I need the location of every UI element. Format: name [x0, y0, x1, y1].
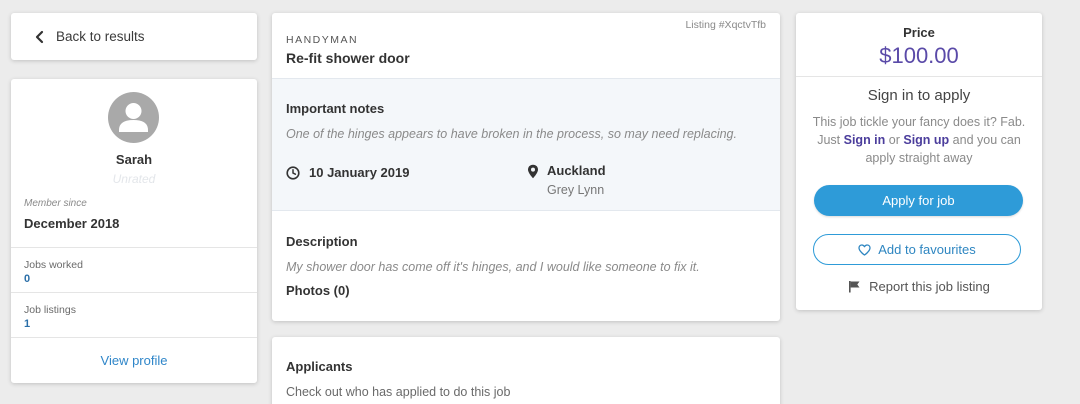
back-to-results-label: Back to results: [56, 29, 145, 44]
user-avatar-icon: [108, 92, 159, 143]
clock-icon: [286, 165, 300, 180]
important-notes-section: Important notes One of the hinges appear…: [272, 78, 780, 211]
chevron-left-icon: [35, 30, 44, 43]
important-notes-heading: Important notes: [286, 101, 385, 116]
price-divider: [796, 76, 1042, 77]
description-text: My shower door has come off it's hinges,…: [286, 260, 700, 274]
price-value: $100.00: [879, 43, 959, 68]
sign-in-text: This job tickle your fancy does it? Fab.…: [810, 113, 1028, 167]
location-suburb: Grey Lynn: [547, 183, 605, 197]
applicants-subtext: Check out who has applied to do this job: [286, 385, 511, 399]
job-details-card: Listing #XqctvTfb HANDYMAN Re-fit shower…: [272, 13, 780, 321]
poster-name: Sarah: [115, 152, 153, 167]
sign-in-text-part-2: or: [885, 133, 904, 147]
member-since-value: December 2018: [24, 216, 120, 231]
job-title: Re-fit shower door: [286, 50, 410, 66]
sign-in-title: Sign in to apply: [867, 87, 971, 104]
job-date: 10 January 2019: [286, 165, 409, 180]
poster-profile-card: Sarah Unrated Member since December 2018…: [11, 79, 257, 383]
price-card: Price $100.00 Sign in to apply This job …: [796, 13, 1042, 310]
apply-for-job-label: Apply for job: [882, 193, 955, 208]
sign-in-link[interactable]: Sign in: [844, 133, 886, 147]
job-header: Listing #XqctvTfb HANDYMAN Re-fit shower…: [272, 13, 780, 78]
applicants-heading: Applicants: [286, 359, 353, 374]
add-to-favourites-button[interactable]: Add to favourites: [813, 234, 1021, 265]
flag-icon: [849, 281, 860, 293]
job-date-text: 10 January 2019: [309, 165, 410, 180]
apply-for-job-button[interactable]: Apply for job: [814, 185, 1023, 216]
add-to-favourites-label: Add to favourites: [878, 242, 976, 257]
report-listing-link[interactable]: Report this job listing: [796, 279, 1042, 294]
view-profile-link[interactable]: View profile: [11, 337, 257, 383]
poster-rating: Unrated: [112, 172, 156, 186]
jobs-worked-row: Jobs worked 0: [11, 247, 257, 292]
photos-label[interactable]: Photos (0): [286, 283, 350, 298]
location-city: Auckland: [547, 163, 606, 178]
price-label: Price: [903, 25, 935, 40]
member-since-label: Member since: [24, 198, 87, 209]
job-category: HANDYMAN: [286, 34, 359, 46]
back-card: Back to results: [11, 13, 257, 60]
heart-icon: [858, 243, 871, 256]
important-notes-text: One of the hinges appears to have broken…: [286, 127, 737, 141]
job-listings-row: Job listings 1: [11, 292, 257, 337]
jobs-worked-value: 0: [24, 273, 31, 285]
job-listings-value: 1: [24, 318, 31, 330]
description-section: Description My shower door has come off …: [272, 211, 780, 321]
description-heading: Description: [286, 234, 358, 249]
job-listings-label: Job listings: [24, 304, 76, 316]
jobs-worked-label: Jobs worked: [24, 259, 83, 271]
sign-up-link[interactable]: Sign up: [903, 133, 949, 147]
applicants-card: Applicants Check out who has applied to …: [272, 337, 780, 404]
map-pin-icon: [528, 164, 538, 179]
back-to-results-link[interactable]: Back to results: [11, 13, 257, 60]
listing-id: Listing #XqctvTfb: [685, 19, 766, 31]
report-listing-label: Report this job listing: [869, 279, 990, 294]
